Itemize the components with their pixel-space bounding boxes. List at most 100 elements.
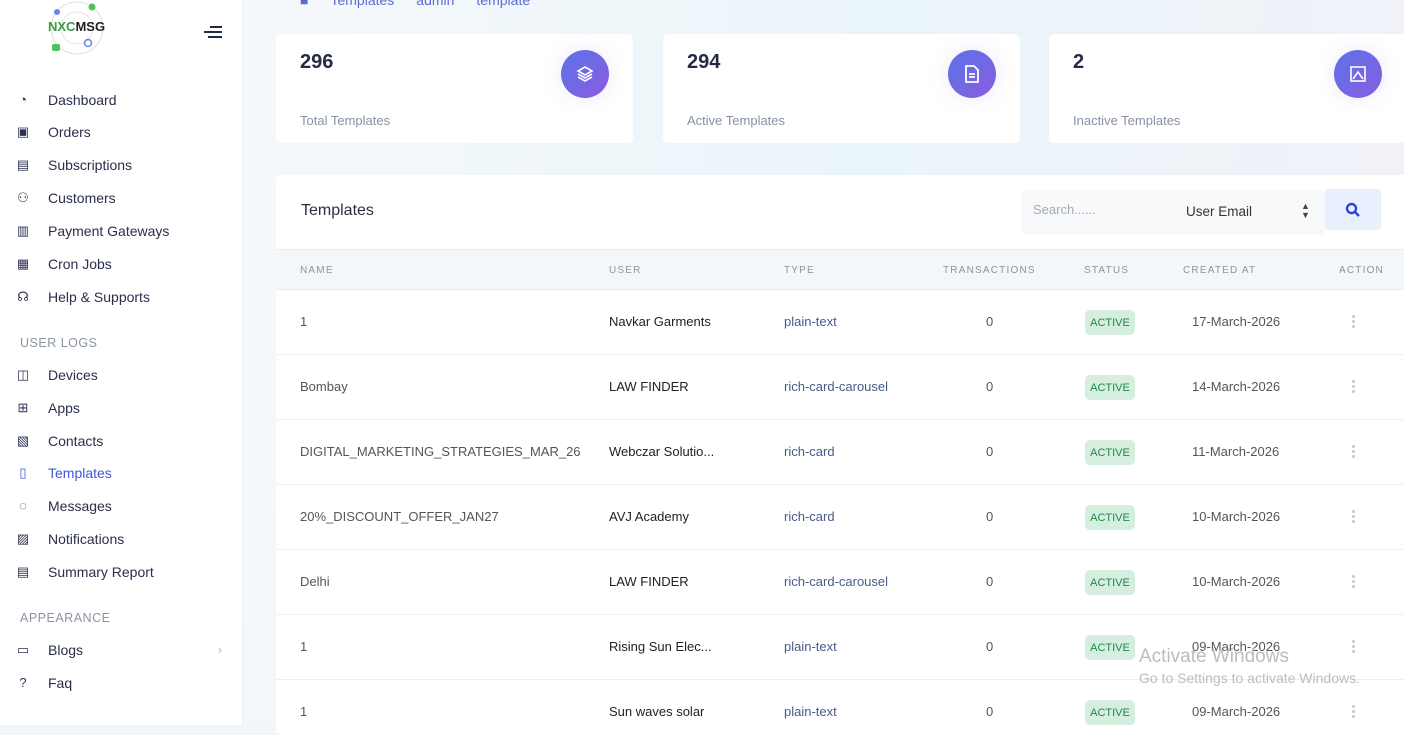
template-created-at: 11-March-2026 — [1192, 444, 1280, 459]
nxcmsg-logo[interactable]: NXCMSG — [46, 0, 108, 58]
search-field-select[interactable]: User Email — [1186, 204, 1252, 219]
template-created-at: 09-March-2026 — [1192, 704, 1281, 719]
more-actions-icon[interactable] — [1352, 315, 1356, 330]
more-actions-icon[interactable] — [1352, 380, 1356, 395]
sidebar-item-customers[interactable]: ⚇ Customers — [0, 184, 243, 212]
status-badge: ACTIVE — [1085, 635, 1135, 660]
menu-toggle-icon[interactable] — [204, 23, 222, 38]
sidebar-item-summary-report[interactable]: ▤ Summary Report — [0, 558, 243, 586]
calendar-clock-icon: ▦ — [16, 256, 30, 271]
template-created-at: 10-March-2026 — [1192, 574, 1281, 589]
sidebar-item-label: Contacts — [48, 433, 104, 449]
faq-icon: ? — [19, 675, 27, 690]
template-type: plain-text — [784, 704, 837, 719]
col-created-at: CREATED AT — [1183, 265, 1257, 276]
sidebar-item-orders[interactable]: ▣ Orders — [0, 118, 243, 146]
select-arrows-icon[interactable]: ▲ ▼ — [1301, 202, 1310, 220]
search-button[interactable] — [1325, 189, 1381, 230]
sidebar: NXCMSG ◔ Dashboard ▣ Orders ▤ Subscriptions ⚇ C… — [0, 0, 243, 725]
status-badge: ACTIVE — [1085, 310, 1135, 335]
receipt-icon: ▤ — [16, 157, 30, 172]
breadcrumb-item[interactable]: admin — [416, 0, 454, 8]
template-created-at: 17-March-2026 — [1192, 314, 1281, 329]
sidebar-item-notifications[interactable]: ▨ Notifications — [0, 525, 243, 553]
sidebar-item-label: Customers — [48, 190, 116, 206]
sidebar-section-title: APPEARANCE — [20, 611, 111, 625]
sidebar-item-help-supports[interactable]: ☊ Help & Supports — [0, 283, 243, 311]
col-user: USER — [609, 265, 642, 276]
sidebar-item-payment-gateways[interactable]: ▥ Payment Gateways — [0, 217, 243, 245]
col-transactions: TRANSACTIONS — [943, 265, 1036, 276]
sidebar-item-cron-jobs[interactable]: ▦ Cron Jobs — [0, 250, 243, 278]
report-icon: ▤ — [16, 564, 30, 579]
template-transactions: 0 — [986, 379, 994, 394]
template-type: rich-card-carousel — [784, 379, 889, 394]
sidebar-item-templates[interactable]: ▯ Templates — [0, 459, 243, 487]
template-transactions: 0 — [986, 509, 994, 524]
bank-icon: ▥ — [16, 223, 30, 238]
sidebar-item-blogs[interactable]: ▭ Blogs › — [0, 636, 243, 664]
bell-icon: ▨ — [16, 531, 30, 546]
sidebar-item-label: Cron Jobs — [48, 256, 112, 272]
gauge-icon: ◔ — [19, 92, 27, 107]
col-action: ACTION — [1339, 265, 1384, 276]
more-actions-icon[interactable] — [1352, 445, 1356, 460]
sidebar-item-faq[interactable]: ? Faq — [0, 669, 243, 697]
more-actions-icon[interactable] — [1352, 510, 1356, 525]
stat-label: Active Templates — [687, 113, 786, 128]
stat-card-inactive: 2 Inactive Templates — [1049, 34, 1404, 143]
panel-title: Templates — [301, 202, 374, 219]
template-type: plain-text — [784, 314, 837, 329]
sidebar-item-label: Templates — [48, 465, 112, 481]
sidebar-item-messages[interactable]: ◌ Messages — [0, 492, 243, 520]
breadcrumb-item[interactable]: Templates — [330, 0, 394, 8]
sidebar-item-contacts[interactable]: ▧ Contacts — [0, 427, 243, 455]
table-row: 20%_DISCOUNT_OFFER_JAN27 AVJ Academy ric… — [276, 485, 1404, 550]
template-name: Delhi — [300, 574, 330, 589]
table-header: NAME USER TYPE TRANSACTIONS STATUS CREAT… — [276, 249, 1404, 290]
users-icon: ⚇ — [17, 190, 29, 205]
template-user: AVJ Academy — [609, 509, 689, 524]
template-name: 20%_DISCOUNT_OFFER_JAN27 — [300, 509, 499, 524]
image-off-icon — [1334, 50, 1382, 98]
svg-text:NXCMSG: NXCMSG — [48, 19, 105, 34]
template-user: LAW FINDER — [609, 379, 689, 394]
sidebar-item-devices[interactable]: ◫ Devices — [0, 361, 243, 389]
stat-value: 296 — [300, 51, 334, 73]
blog-icon: ▭ — [16, 642, 30, 657]
status-badge: ACTIVE — [1085, 505, 1135, 530]
more-actions-icon[interactable] — [1352, 640, 1356, 655]
sidebar-item-label: Messages — [48, 498, 112, 514]
template-name: 1 — [300, 639, 308, 654]
sidebar-item-label: Devices — [48, 367, 98, 383]
sidebar-item-label: Notifications — [48, 531, 125, 547]
table-row: Bombay LAW FINDER rich-card-carousel 0 A… — [276, 355, 1404, 420]
more-actions-icon[interactable] — [1352, 575, 1356, 590]
status-badge: ACTIVE — [1085, 570, 1135, 595]
sidebar-item-label: Help & Supports — [48, 289, 150, 305]
template-transactions: 0 — [986, 704, 994, 719]
sidebar-item-label: Blogs — [48, 642, 84, 658]
boxes-icon: ▣ — [16, 124, 30, 139]
search-input[interactable] — [1033, 202, 1173, 217]
template-user: Navkar Garments — [609, 314, 711, 329]
table-row: Delhi LAW FINDER rich-card-carousel 0 AC… — [276, 550, 1404, 615]
sidebar-item-dashboard[interactable]: ◔ Dashboard — [0, 86, 243, 114]
template-user: Sun waves solar — [609, 704, 705, 719]
sidebar-item-label: Dashboard — [48, 92, 117, 108]
sidebar-item-apps[interactable]: ⊞ Apps — [0, 394, 243, 422]
template-name: 1 — [300, 704, 308, 719]
home-icon[interactable]: ■ — [300, 0, 308, 8]
sidebar-section-title: USER LOGS — [20, 336, 98, 350]
status-badge: ACTIVE — [1085, 375, 1135, 400]
stat-value: 294 — [687, 51, 721, 73]
sidebar-item-subscriptions[interactable]: ▤ Subscriptions — [0, 151, 243, 179]
template-type: plain-text — [784, 639, 837, 654]
status-badge: ACTIVE — [1085, 440, 1135, 465]
template-user: Rising Sun Elec... — [609, 639, 712, 654]
more-actions-icon[interactable] — [1352, 705, 1356, 720]
stat-label: Inactive Templates — [1073, 113, 1181, 128]
devices-icon: ◫ — [16, 367, 30, 382]
template-user: LAW FINDER — [609, 574, 689, 589]
sidebar-item-label: Faq — [48, 675, 73, 691]
